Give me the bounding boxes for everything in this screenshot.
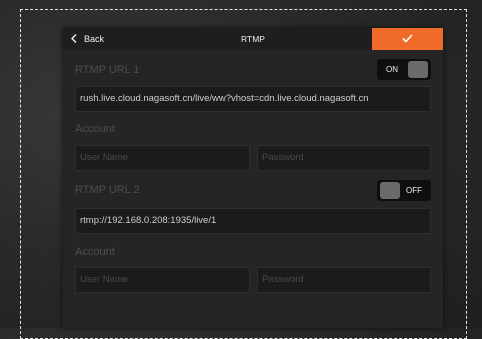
toggle-state-label: OFF xyxy=(406,186,422,195)
rtmp-url-1-input[interactable]: rush.live.cloud.nagasoft.cn/live/ww?vhos… xyxy=(75,86,431,112)
password-1-input[interactable]: Password xyxy=(257,145,431,171)
account-2-label: Account xyxy=(75,246,115,258)
rtmp-url-1-toggle[interactable]: ON xyxy=(377,59,431,80)
toggle-knob xyxy=(408,61,428,78)
rtmp-url-2-toggle[interactable]: OFF xyxy=(377,180,431,201)
chevron-left-icon xyxy=(71,33,77,45)
username-1-input[interactable]: User Name xyxy=(75,145,250,171)
header-bar: Back RTMP xyxy=(63,28,443,50)
rtmp-url-2-input[interactable]: rtmp://192.168.0.208:1935/live/1 xyxy=(75,208,431,234)
rtmp-settings-panel: Back RTMP RTMP URL 1 ON rush.live.cloud.… xyxy=(63,28,443,328)
password-2-input[interactable]: Password xyxy=(257,267,431,293)
confirm-button[interactable] xyxy=(372,28,443,50)
checkmark-icon xyxy=(402,30,413,48)
rtmp-url-2-label: RTMP URL 2 xyxy=(75,184,140,196)
rtmp-url-1-label: RTMP URL 1 xyxy=(75,64,140,76)
username-2-input[interactable]: User Name xyxy=(75,267,250,293)
back-label: Back xyxy=(84,34,105,44)
toggle-knob xyxy=(380,182,400,199)
back-button[interactable]: Back xyxy=(71,28,104,50)
toggle-state-label: ON xyxy=(386,65,398,74)
account-1-label: Account xyxy=(75,123,115,135)
